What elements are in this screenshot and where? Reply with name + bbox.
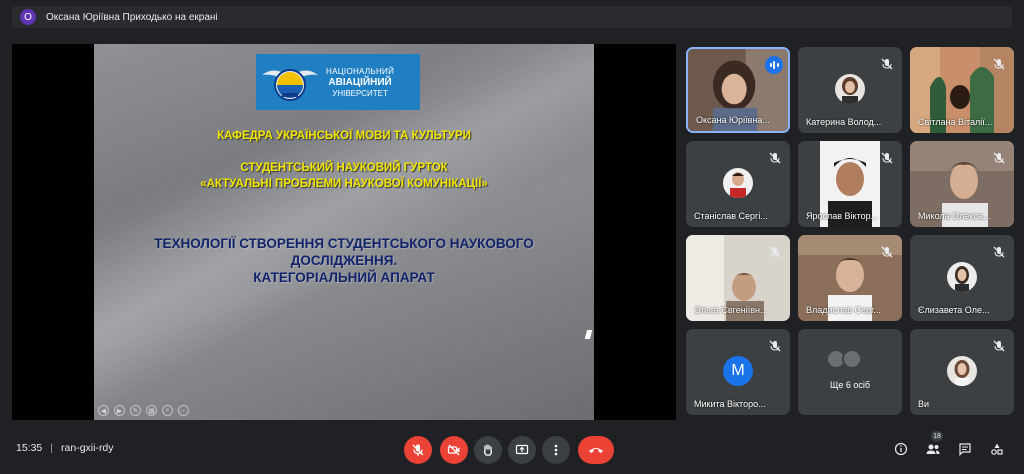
self-avatar — [947, 356, 977, 386]
more-avatars — [826, 349, 862, 369]
activities-icon — [991, 443, 1003, 455]
mouse-cursor-icon — [584, 330, 593, 339]
presenter-avatar: О — [20, 9, 36, 25]
slide: НАЦІОНАЛЬНИЙ АВІАЦІЙНИЙ УНІВЕРСИТЕТ КАФЕ… — [94, 44, 594, 420]
participant-tile[interactable]: Владислав Серг... — [798, 235, 902, 321]
mic-off-icon — [993, 340, 1005, 352]
mic-toggle-button[interactable] — [404, 436, 432, 464]
camera-off-icon — [447, 444, 460, 456]
emblem-icon — [260, 57, 320, 107]
hand-icon — [484, 444, 492, 456]
participant-name: Оксана Юріївна... — [696, 115, 770, 125]
slide-department: КАФЕДРА УКРАЇНСЬКОЇ МОВИ ТА КУЛЬТУРИ — [217, 130, 471, 142]
clock-time: 15:35 — [16, 442, 43, 454]
more-participants-label: Ще 6 осіб — [829, 380, 871, 390]
slide-controls: ◀ ▶ ✎ ▦ ⌕ ⋯ — [98, 405, 189, 416]
meeting-code: ran-gxii-rdy — [61, 442, 114, 454]
bottom-bar: 15:35 | ran-gxii-rdy — [0, 430, 1024, 474]
participant-name: Станіслав Сергі... — [694, 211, 768, 221]
slide-topic-line2: ДОСЛІДЖЕННЯ. — [290, 253, 398, 268]
logo-line2: АВІАЦІЙНИЙ — [328, 76, 392, 88]
logo-line1: НАЦІОНАЛЬНИЙ — [326, 66, 395, 76]
next-slide-icon[interactable]: ▶ — [114, 405, 125, 416]
presenter-bar[interactable]: О Оксана Юріївна Приходько на екрані — [12, 6, 1012, 28]
more-options-icon[interactable]: ⋯ — [178, 405, 189, 416]
participant-name: Владислав Серг... — [806, 305, 881, 315]
zoom-icon[interactable]: ⌕ — [162, 405, 173, 416]
slides-icon[interactable]: ▦ — [146, 405, 157, 416]
speaking-indicator-icon — [765, 56, 783, 74]
mic-off-icon — [993, 152, 1005, 164]
participant-tile[interactable]: Оксана Юріївна... — [686, 47, 790, 133]
presentation-stage[interactable]: НАЦІОНАЛЬНИЙ АВІАЦІЙНИЙ УНІВЕРСИТЕТ КАФЕ… — [12, 44, 676, 420]
mic-off-icon — [993, 58, 1005, 70]
slide-circle-title: СТУДЕНТСЬКИЙ НАУКОВИЙ ГУРТОК — [240, 162, 448, 174]
mic-off-icon — [881, 246, 893, 258]
present-icon — [515, 444, 529, 455]
prev-slide-icon[interactable]: ◀ — [98, 405, 109, 416]
slide-topic-line3: КАТЕГОРІАЛЬНИЙ АПАРАТ — [253, 270, 435, 285]
participant-name: Катерина Волод... — [806, 117, 882, 127]
meet-window: О Оксана Юріївна Приходько на екрані НАЦ… — [0, 0, 1024, 474]
participant-tile[interactable]: Катерина Волод... — [798, 47, 902, 133]
chat-button[interactable] — [954, 438, 976, 460]
participant-avatar — [947, 262, 977, 292]
participant-name: Микита Вікторо... — [694, 399, 766, 409]
mic-off-icon — [881, 152, 893, 164]
end-call-button[interactable] — [578, 436, 614, 464]
university-logo: НАЦІОНАЛЬНИЙ АВІАЦІЙНИЙ УНІВЕРСИТЕТ — [256, 54, 420, 110]
slide-topic-line1: ТЕХНОЛОГІЇ СТВОРЕННЯ СТУДЕНТСЬКОГО НАУКО… — [154, 236, 534, 251]
participant-avatar — [835, 74, 865, 104]
participant-name: Світлана Віталії... — [918, 117, 993, 127]
people-count-badge: 18 — [931, 431, 943, 441]
participant-name: Єлизавета Оле... — [918, 305, 990, 315]
logo-line3: УНІВЕРСИТЕТ — [332, 88, 388, 98]
mic-off-icon — [769, 246, 781, 258]
info-icon — [894, 442, 908, 456]
participant-avatar — [723, 168, 753, 198]
people-icon — [926, 444, 940, 454]
participant-tile[interactable]: Єлизавета Оле... — [910, 235, 1014, 321]
participant-name: Ярослав Віктор... — [806, 211, 879, 221]
participant-tile[interactable]: Світлана Віталії... — [910, 47, 1014, 133]
slide-circle-name: «АКТУАЛЬНІ ПРОБЛЕМИ НАУКОВОЇ КОМУНІКАЦІЇ… — [200, 178, 488, 190]
more-participants-tile[interactable]: Ще 6 осіб — [798, 329, 902, 415]
chat-icon — [959, 443, 971, 456]
mic-off-icon — [412, 444, 424, 456]
participant-tile[interactable]: Ольга Євгеніївн... — [686, 235, 790, 321]
participant-name: Микола Олекса... — [918, 211, 991, 221]
participant-tile[interactable]: Станіслав Сергі... — [686, 141, 790, 227]
participant-tile[interactable]: М Микита Вікторо... — [686, 329, 790, 415]
participant-tile[interactable]: Микола Олекса... — [910, 141, 1014, 227]
meeting-details-button[interactable] — [890, 438, 912, 460]
pen-icon[interactable]: ✎ — [130, 405, 141, 416]
more-vert-icon — [554, 444, 558, 456]
raise-hand-button[interactable] — [474, 436, 502, 464]
participant-name: Ви — [918, 399, 930, 409]
meeting-info: 15:35 | ran-gxii-rdy — [16, 442, 114, 454]
mic-off-icon — [769, 152, 781, 164]
participant-name: Ольга Євгеніївн... — [694, 305, 768, 315]
more-options-button[interactable] — [542, 436, 570, 464]
participant-tile[interactable]: Ярослав Віктор... — [798, 141, 902, 227]
info-separator: | — [50, 442, 54, 454]
people-button[interactable] — [922, 438, 944, 460]
phone-hangup-icon — [589, 448, 603, 453]
presenter-label: Оксана Юріївна Приходько на екрані — [46, 11, 218, 23]
self-tile[interactable]: Ви — [910, 329, 1014, 415]
mic-off-icon — [881, 58, 893, 70]
participant-avatar: М — [723, 356, 753, 386]
mic-off-icon — [993, 246, 1005, 258]
camera-toggle-button[interactable] — [440, 436, 468, 464]
activities-button[interactable] — [986, 438, 1008, 460]
present-screen-button[interactable] — [508, 436, 536, 464]
mic-off-icon — [769, 340, 781, 352]
